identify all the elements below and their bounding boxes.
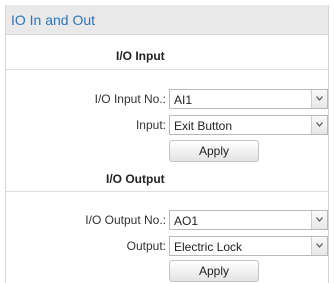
io-input-no-label: I/O Input No.: <box>94 92 166 106</box>
io-output-no-value: AO1 <box>174 214 199 228</box>
io-output-no-select[interactable]: AO1 <box>169 210 328 230</box>
output-label: Output: <box>126 239 166 253</box>
input-type-value: Exit Button <box>174 119 233 133</box>
io-input-no-select[interactable]: AI1 <box>169 89 328 109</box>
io-input-section-title: I/O Input <box>116 49 165 63</box>
io-output-apply-button[interactable]: Apply <box>169 260 259 282</box>
section-divider <box>6 69 328 70</box>
panel-title: IO In and Out <box>11 12 96 28</box>
io-in-out-panel: IO In and Out I/O Input I/O Input No.: A… <box>5 5 329 283</box>
input-label: Input: <box>135 118 166 132</box>
chevron-down-icon[interactable] <box>311 116 327 134</box>
io-output-section-title: I/O Output <box>106 172 165 186</box>
chevron-down-icon[interactable] <box>311 211 327 229</box>
section-divider <box>6 191 328 192</box>
input-type-select[interactable]: Exit Button <box>169 115 328 135</box>
io-output-no-label: I/O Output No.: <box>85 213 166 227</box>
output-type-select[interactable]: Electric Lock <box>169 236 328 256</box>
chevron-down-icon[interactable] <box>311 90 327 108</box>
output-type-value: Electric Lock <box>174 240 243 254</box>
chevron-down-icon[interactable] <box>311 237 327 255</box>
io-input-apply-button[interactable]: Apply <box>169 140 259 162</box>
io-input-no-value: AI1 <box>174 93 193 107</box>
panel-header: IO In and Out <box>6 5 328 35</box>
